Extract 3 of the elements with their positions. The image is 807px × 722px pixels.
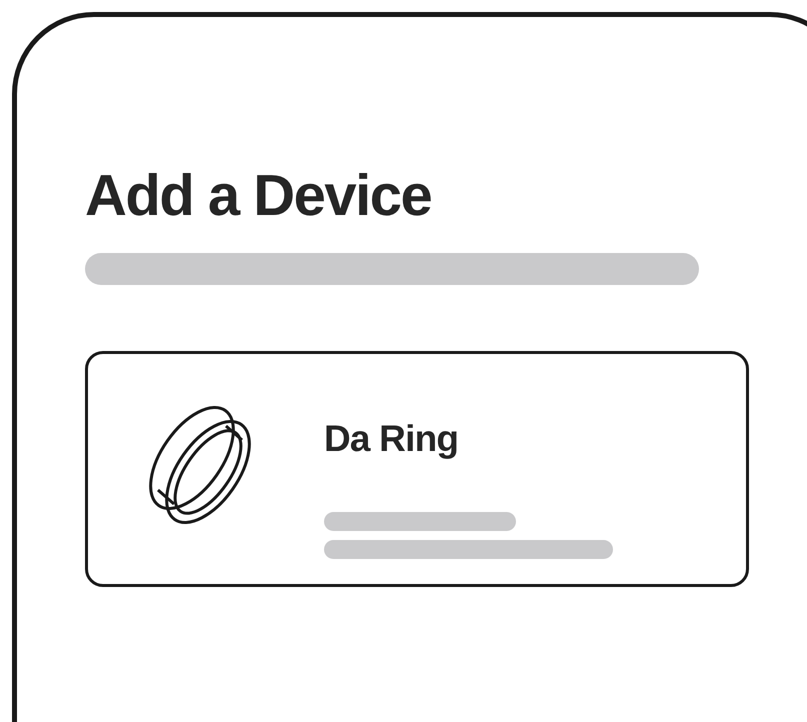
screen-title: Add a Device xyxy=(85,167,432,225)
device-name: Da Ring xyxy=(324,420,460,457)
device-card[interactable]: Da Ring xyxy=(85,351,749,587)
